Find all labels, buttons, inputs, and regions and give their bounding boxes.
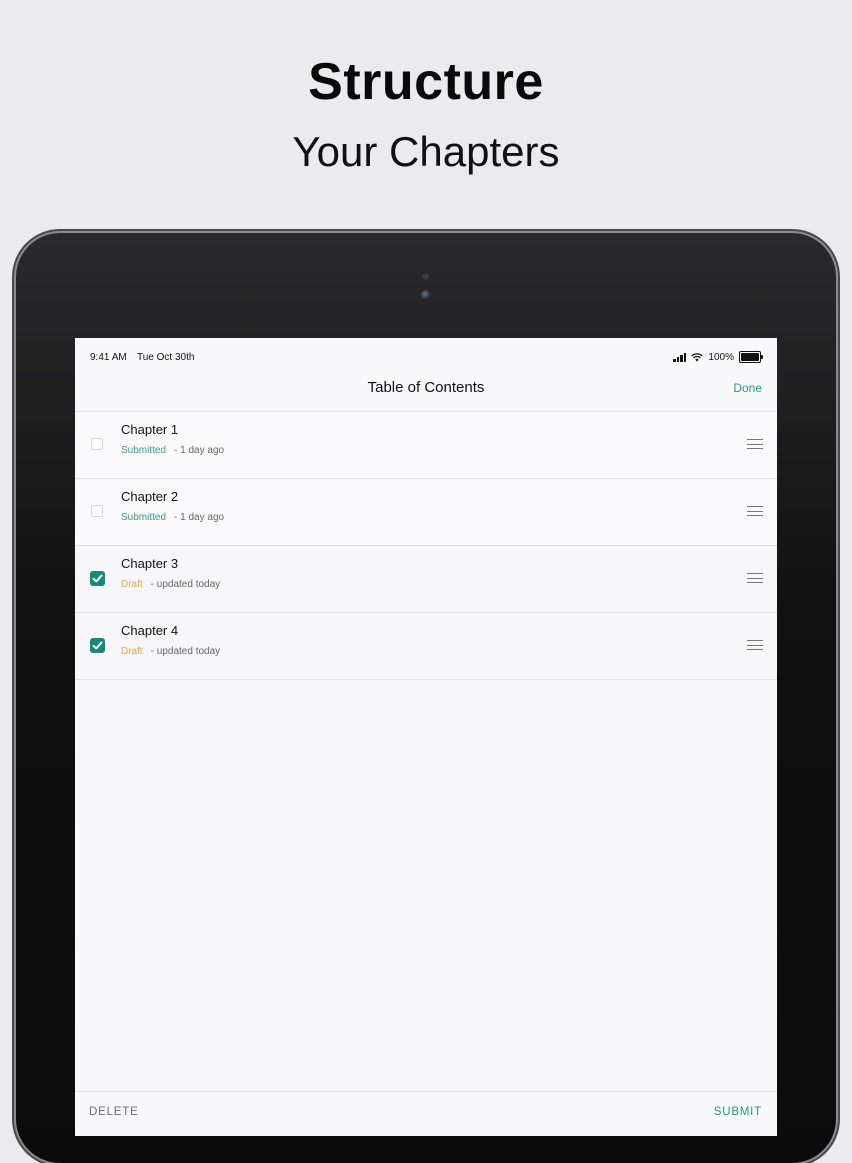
status-time: 9:41 AM <box>90 352 127 363</box>
done-button[interactable]: Done <box>733 381 762 395</box>
chapter-title: Chapter 4 <box>121 623 179 638</box>
chapter-row[interactable]: Chapter 2 Submitted - 1 day ago <box>75 479 777 546</box>
chapter-row[interactable]: Chapter 3 Draft - updated today <box>75 546 777 613</box>
page-title: Table of Contents <box>367 379 485 396</box>
drag-handle-icon[interactable] <box>747 640 763 650</box>
chapter-time: - 1 day ago <box>174 512 225 523</box>
status-indicators: 100% <box>673 351 763 363</box>
checkmark-icon <box>92 641 103 650</box>
chapter-meta: Draft - updated today <box>121 579 220 590</box>
bottom-toolbar: DELETE SUBMIT <box>75 1091 777 1136</box>
chapter-checkbox[interactable] <box>91 505 103 517</box>
battery-percent: 100% <box>708 351 734 363</box>
chapter-row[interactable]: Chapter 1 Submitted - 1 day ago <box>75 412 777 479</box>
chapter-time: - updated today <box>150 579 221 590</box>
chapter-list: Chapter 1 Submitted - 1 day ago Chapter 2… <box>75 411 777 680</box>
chapter-meta: Draft - updated today <box>121 646 220 657</box>
chapter-title: Chapter 2 <box>121 489 179 504</box>
status-label: Draft <box>121 579 143 590</box>
drag-handle-icon[interactable] <box>747 439 763 449</box>
wifi-icon <box>691 352 704 361</box>
chapter-checkbox[interactable] <box>90 638 105 653</box>
checkmark-icon <box>92 574 103 583</box>
drag-handle-icon[interactable] <box>747 506 763 516</box>
status-bar: 9:41 AM Tue Oct 30th 100% <box>75 338 777 376</box>
status-label: Draft <box>121 646 143 657</box>
drag-handle-icon[interactable] <box>747 573 763 583</box>
status-date: Tue Oct 30th <box>137 352 195 363</box>
status-label: Submitted <box>121 512 167 523</box>
navigation-bar: Table of Contents Done <box>75 376 777 410</box>
chapter-checkbox[interactable] <box>91 438 103 450</box>
chapter-meta: Submitted - 1 day ago <box>121 445 224 456</box>
submit-button[interactable]: SUBMIT <box>714 1106 762 1118</box>
subheadline: Your Chapters <box>292 128 560 175</box>
chapter-row[interactable]: Chapter 4 Draft - updated today <box>75 613 777 680</box>
chapter-title: Chapter 1 <box>121 422 179 437</box>
chapter-time: - updated today <box>150 646 221 657</box>
chapter-checkbox[interactable] <box>90 571 105 586</box>
camera-icon <box>421 290 431 300</box>
delete-button[interactable]: DELETE <box>89 1106 139 1118</box>
cellular-signal-icon <box>673 352 687 362</box>
sensor-icon <box>422 274 429 279</box>
chapter-title: Chapter 3 <box>121 556 179 571</box>
status-label: Submitted <box>121 445 167 456</box>
headline: Structure <box>308 53 544 111</box>
chapter-meta: Submitted - 1 day ago <box>121 512 224 523</box>
chapter-time: - 1 day ago <box>174 445 225 456</box>
battery-icon <box>739 351 763 363</box>
app-screen: 9:41 AM Tue Oct 30th 100% Table of Conte… <box>75 338 777 1136</box>
